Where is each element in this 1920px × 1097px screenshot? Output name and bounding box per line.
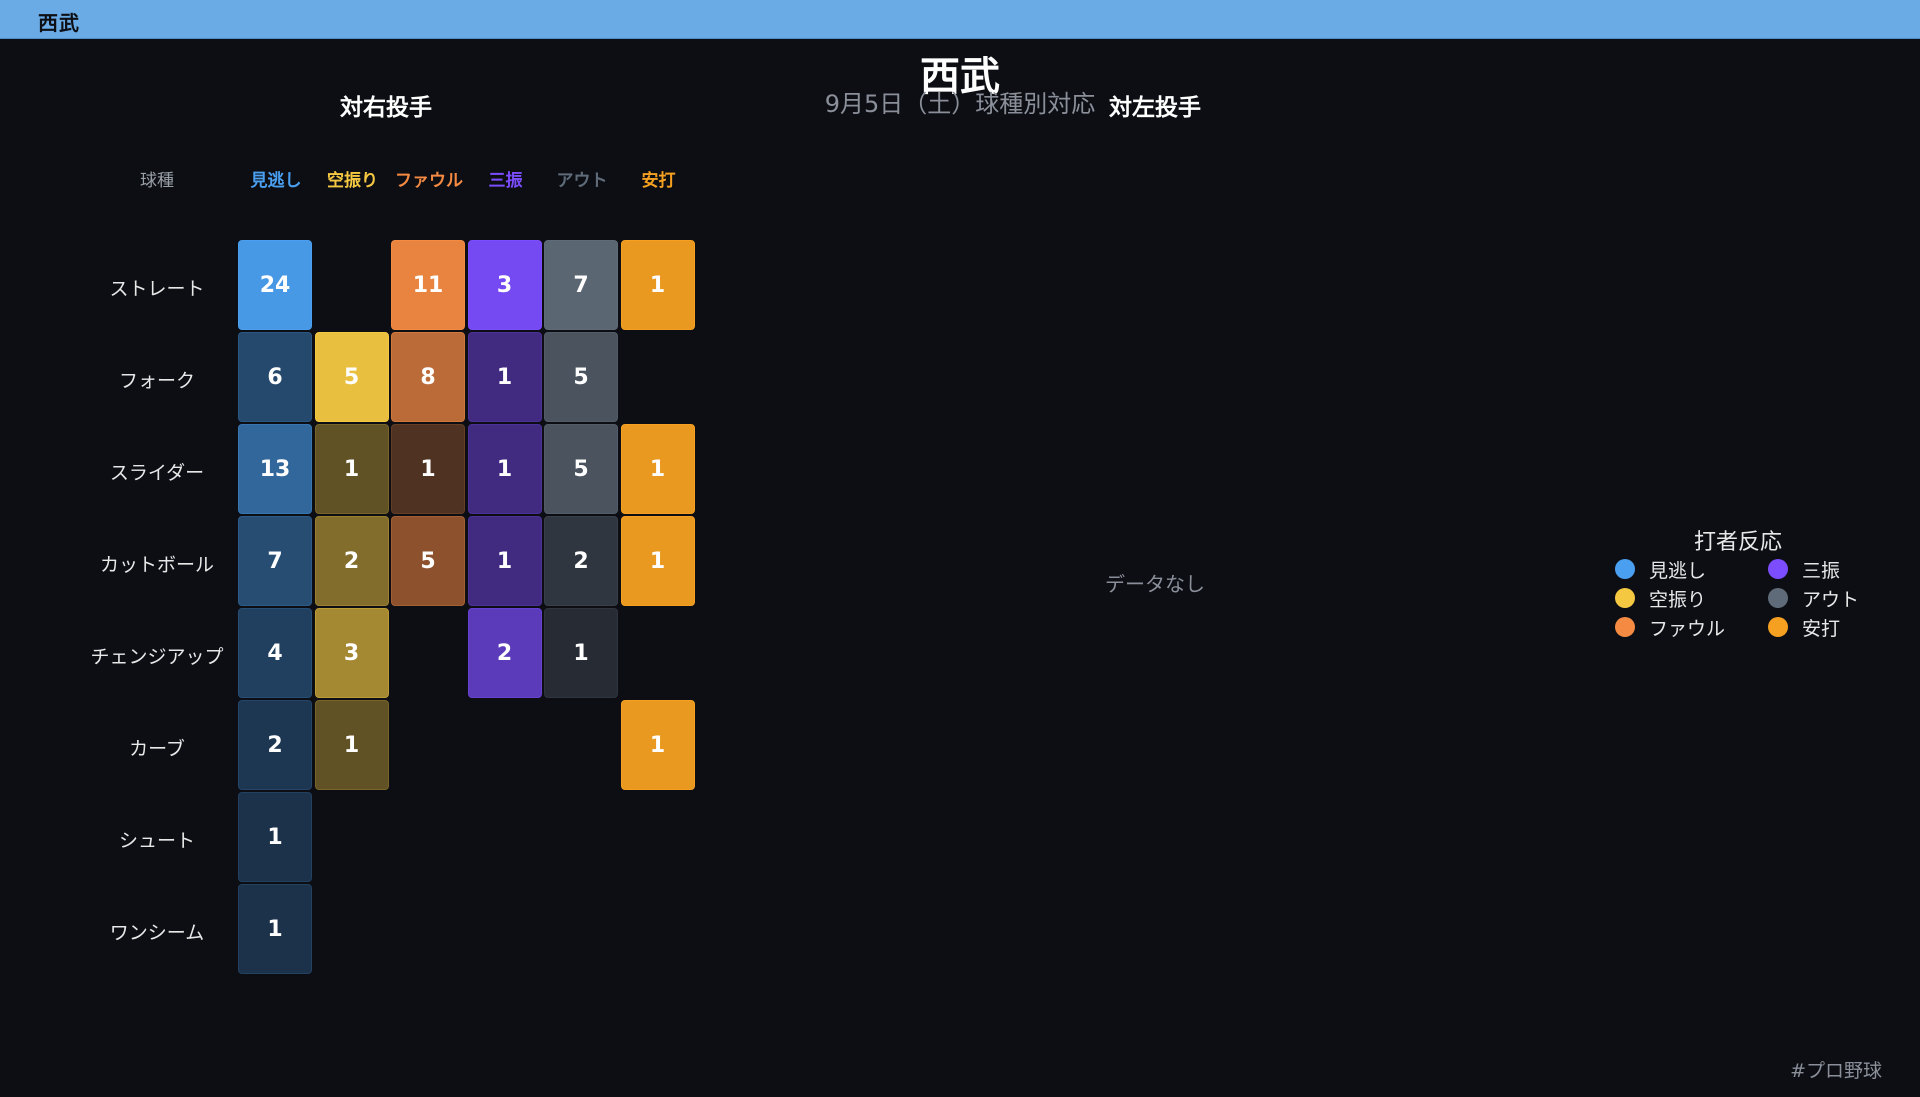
legend-dot (1768, 588, 1788, 608)
legend-item: 空振り (1615, 586, 1707, 611)
heatmap-cell-k: 2 (467, 608, 542, 698)
heatmap-cell-miss: 1 (238, 884, 312, 974)
heatmap-cell-k: 1 (467, 516, 542, 606)
row-label: カーブ (129, 738, 185, 760)
left-pitcher-title: 対左投手 (1109, 95, 1201, 121)
left-pitcher-no-data: データなし (1105, 572, 1205, 596)
column-header-foul: ファウル (395, 171, 463, 191)
legend-label: 空振り (1649, 588, 1707, 611)
legend-item: ファウル (1615, 615, 1726, 640)
heatmap-cell-whiff: 3 (314, 608, 389, 698)
heatmap-cell-hit: 1 (620, 240, 695, 330)
legend-label: 安打 (1802, 617, 1841, 640)
heatmap-cell-miss: 7 (238, 516, 312, 606)
heatmap-cell-foul: 8 (391, 332, 465, 422)
legend-item: アウト (1768, 586, 1860, 611)
heatmap-cell-miss: 24 (238, 240, 312, 330)
column-header-whiff: 空振り (327, 171, 378, 191)
legend-label: 三振 (1802, 559, 1841, 582)
heatmap-cell-k: 3 (467, 240, 542, 330)
heatmap-cell-k: 1 (467, 332, 542, 422)
heatmap-cell-whiff: 1 (314, 424, 389, 514)
heatmap-cell-foul: 11 (391, 240, 465, 330)
legend-item: 三振 (1768, 557, 1841, 582)
legend-item: 安打 (1768, 615, 1841, 640)
heatmap-cell-miss: 4 (238, 608, 312, 698)
heatmap-cell-whiff: 2 (314, 516, 389, 606)
heatmap-cell-hit: 1 (620, 424, 695, 514)
hashtag: #プロ野球 (1790, 1060, 1882, 1082)
row-label: フォーク (118, 370, 195, 392)
row-label: スライダー (109, 462, 205, 484)
heatmap-cell-hit: 1 (620, 700, 695, 790)
legend-label: アウト (1802, 588, 1860, 611)
row-label: ストレート (109, 278, 205, 300)
legend-label: ファウル (1649, 617, 1726, 640)
heatmap-cell-out: 5 (544, 332, 618, 422)
heatmap-cell-out: 1 (544, 608, 618, 698)
column-header-hit: 安打 (641, 171, 676, 191)
heatmap-cell-out: 2 (544, 516, 618, 606)
pitch-column-header: 球種 (140, 171, 174, 191)
column-header-miss: 見逃し (250, 171, 302, 191)
row-label: チェンジアップ (90, 646, 224, 668)
legend-item: 見逃し (1615, 557, 1707, 582)
heatmap-cell-out: 5 (544, 424, 618, 514)
legend-label: 見逃し (1649, 559, 1707, 582)
column-header-out: アウト (556, 171, 608, 191)
row-label: シュート (118, 830, 195, 852)
heatmap-cell-miss: 6 (238, 332, 312, 422)
heatmap-cell-k: 1 (467, 424, 542, 514)
legend-dot (1615, 559, 1635, 579)
heatmap-cell-whiff: 1 (314, 700, 389, 790)
column-header-k: 三振 (488, 171, 523, 191)
heatmap-cell-foul: 1 (391, 424, 465, 514)
row-label: ワンシーム (109, 922, 205, 944)
heatmap-cell-miss: 13 (238, 424, 312, 514)
legend-dot (1615, 617, 1635, 637)
heatmap-cell-miss: 1 (238, 792, 312, 882)
top-bar: 西武 (0, 0, 1920, 39)
topbar-team-title: 西武 (38, 11, 80, 35)
row-label: カットボール (99, 554, 214, 576)
heatmap-cell-miss: 2 (238, 700, 312, 790)
heatmap-cell-out: 7 (544, 240, 618, 330)
heatmap-cell-hit: 1 (620, 516, 695, 606)
heatmap-cell-whiff: 5 (314, 332, 389, 422)
legend-dot (1768, 559, 1788, 579)
legend-dot (1615, 588, 1635, 608)
right-pitcher-title: 対右投手 (340, 95, 432, 121)
legend-title: 打者反応 (1693, 530, 1782, 555)
heatmap-cell-foul: 5 (391, 516, 465, 606)
legend-dot (1768, 617, 1788, 637)
